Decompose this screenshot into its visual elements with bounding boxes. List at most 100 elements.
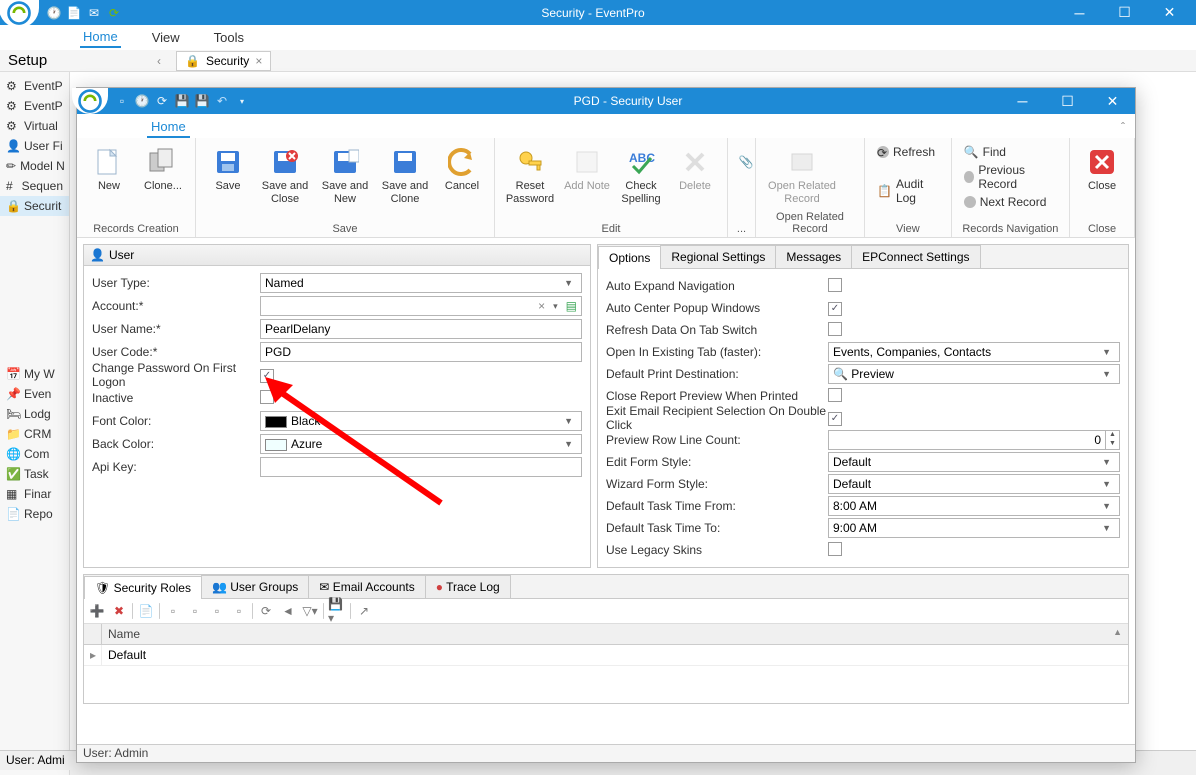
spin-up-icon[interactable]: ▲ — [1106, 431, 1119, 440]
sidebar-lower-item-0[interactable]: 📅My W — [0, 364, 69, 384]
dock-tab-close-icon[interactable]: × — [255, 54, 262, 68]
refresh-button[interactable]: ⟳Refresh — [875, 144, 941, 160]
lookup-icon[interactable]: ▤ — [566, 299, 577, 313]
audit-log-button[interactable]: 📋Audit Log — [875, 176, 941, 206]
inactive-checkbox[interactable] — [260, 390, 274, 404]
main-minimize-button[interactable]: ─ — [1057, 0, 1102, 25]
back-color-combo[interactable]: Azure▼ — [260, 434, 582, 454]
sidebar-lower-item-3[interactable]: 📁CRM — [0, 424, 69, 444]
tab-security-roles[interactable]: 🛡 Security Roles — [84, 576, 202, 599]
wizard-form-combo[interactable]: Default▼ — [828, 474, 1120, 494]
qat-clock-icon[interactable]: 🕐 — [47, 6, 61, 20]
print-dest-combo[interactable]: 🔍 Preview▼ — [828, 364, 1120, 384]
save-and-clone-button[interactable]: Save and Clone — [376, 142, 434, 209]
sidebar-lower-item-7[interactable]: 📄Repo — [0, 504, 69, 524]
next-record-button[interactable]: Next Record — [962, 194, 1059, 210]
sidebar-lower-item-6[interactable]: ▦Finar — [0, 484, 69, 504]
close-button[interactable]: Close — [1076, 142, 1128, 197]
qat-clock-icon[interactable]: 🕐 — [134, 93, 150, 109]
qat-dropdown-icon[interactable]: ▾ — [234, 93, 250, 109]
user-type-combo[interactable]: Named▼ — [260, 273, 582, 293]
sidebar-lower-item-5[interactable]: ✅Task — [0, 464, 69, 484]
qat-refresh-icon[interactable]: ⟳ — [154, 93, 170, 109]
tab-epconnect-settings[interactable]: EPConnect Settings — [851, 245, 980, 268]
toolbar-export-button[interactable]: ↗ — [355, 602, 373, 620]
clear-icon[interactable]: × — [538, 299, 545, 313]
task-from-combo[interactable]: 8:00 AM▼ — [828, 496, 1120, 516]
qat-mail-icon[interactable]: ✉ — [87, 6, 101, 20]
dialog-ribbon-tab-home[interactable]: Home — [147, 117, 190, 138]
toolbar-btn-1[interactable]: ▫ — [164, 602, 182, 620]
sidebar-item-2[interactable]: ⚙Virtual — [0, 116, 69, 136]
qat-doc-icon[interactable]: 📄 — [67, 6, 81, 20]
refresh-tab-checkbox[interactable] — [828, 322, 842, 336]
toolbar-copy-button[interactable]: 📄 — [137, 602, 155, 620]
sidebar-item-5[interactable]: #Sequen — [0, 176, 69, 196]
previous-record-button[interactable]: Previous Record — [962, 162, 1059, 192]
sidebar-item-3[interactable]: 👤User Fi — [0, 136, 69, 156]
find-button[interactable]: 🔍Find — [962, 144, 1059, 160]
edit-form-combo[interactable]: Default▼ — [828, 452, 1120, 472]
toolbar-filter-button[interactable]: ▽▾ — [301, 602, 319, 620]
save-and-new-button[interactable]: Save and New — [316, 142, 374, 209]
clone-button[interactable]: Clone... — [137, 142, 189, 197]
ribbon-tab-tools[interactable]: Tools — [211, 28, 247, 47]
tab-user-groups[interactable]: 👥 User Groups — [201, 575, 309, 598]
grid-row-selector-header[interactable] — [84, 624, 102, 644]
save-and-close-button[interactable]: Save and Close — [256, 142, 314, 209]
spin-down-icon[interactable]: ▼ — [1106, 440, 1119, 449]
legacy-skins-checkbox[interactable] — [828, 542, 842, 556]
toolbar-remove-button[interactable]: ✖ — [110, 602, 128, 620]
task-to-combo[interactable]: 9:00 AM▼ — [828, 518, 1120, 538]
ribbon-tab-home[interactable]: Home — [80, 27, 121, 48]
user-code-input[interactable] — [260, 342, 582, 362]
toolbar-save-button[interactable]: 💾▾ — [328, 602, 346, 620]
toolbar-btn-3[interactable]: ▫ — [208, 602, 226, 620]
tab-email-accounts[interactable]: ✉ Email Accounts — [308, 575, 425, 598]
dialog-close-button[interactable]: ✕ — [1090, 89, 1135, 114]
sidebar-item-0[interactable]: ⚙EventP — [0, 76, 69, 96]
user-name-input[interactable] — [260, 319, 582, 339]
toolbar-btn-4[interactable]: ▫ — [230, 602, 248, 620]
new-button[interactable]: New — [83, 142, 135, 197]
auto-center-checkbox[interactable] — [828, 302, 842, 316]
tab-trace-log[interactable]: ● Trace Log — [425, 575, 511, 598]
font-color-combo[interactable]: Black▼ — [260, 411, 582, 431]
sidebar-item-1[interactable]: ⚙EventP — [0, 96, 69, 116]
account-field[interactable]: ×▾▤ — [260, 296, 582, 316]
close-report-checkbox[interactable] — [828, 388, 842, 402]
main-close-button[interactable]: ✕ — [1147, 0, 1192, 25]
qat-new-icon[interactable]: ▫ — [114, 93, 130, 109]
auto-expand-checkbox[interactable] — [828, 278, 842, 292]
setup-collapse-button[interactable]: ‹ — [150, 54, 168, 68]
save-button[interactable]: Save — [202, 142, 254, 197]
grid-row[interactable]: ▸ Default — [84, 645, 1128, 666]
sidebar-item-6[interactable]: 🔒Securit — [0, 196, 69, 216]
tab-options[interactable]: Options — [598, 246, 661, 269]
sidebar-item-4[interactable]: ✏Model N — [0, 156, 69, 176]
dialog-minimize-button[interactable]: ─ — [1000, 89, 1045, 114]
ribbon-tab-view[interactable]: View — [149, 28, 183, 47]
change-password-checkbox[interactable] — [260, 369, 274, 383]
toolbar-refresh-button[interactable]: ⟳ — [257, 602, 275, 620]
qat-save-close-icon[interactable]: 💾 — [194, 93, 210, 109]
more-button[interactable]: 📎 — [734, 142, 758, 182]
qat-save-icon[interactable]: 💾 — [174, 93, 190, 109]
reset-password-button[interactable]: Reset Password — [501, 142, 559, 209]
grid-col-name[interactable]: Name▲ — [102, 624, 1128, 644]
dock-tab-security[interactable]: 🔒 Security × — [176, 51, 271, 71]
cancel-button[interactable]: Cancel — [436, 142, 488, 197]
dialog-maximize-button[interactable]: ☐ — [1045, 89, 1090, 114]
tab-messages[interactable]: Messages — [775, 245, 852, 268]
qat-refresh-icon[interactable]: ⟳ — [107, 6, 121, 20]
toolbar-add-button[interactable]: ➕ — [88, 602, 106, 620]
main-maximize-button[interactable]: ☐ — [1102, 0, 1147, 25]
toolbar-prev-button[interactable]: ◄ — [279, 602, 297, 620]
sidebar-lower-item-4[interactable]: 🌐Com — [0, 444, 69, 464]
sidebar-lower-item-2[interactable]: 🛏Lodg — [0, 404, 69, 424]
tab-regional-settings[interactable]: Regional Settings — [660, 245, 776, 268]
toolbar-btn-2[interactable]: ▫ — [186, 602, 204, 620]
sidebar-lower-item-1[interactable]: 📌Even — [0, 384, 69, 404]
api-key-input[interactable] — [260, 457, 582, 477]
ribbon-collapse-icon[interactable]: ˆ — [1111, 116, 1135, 138]
